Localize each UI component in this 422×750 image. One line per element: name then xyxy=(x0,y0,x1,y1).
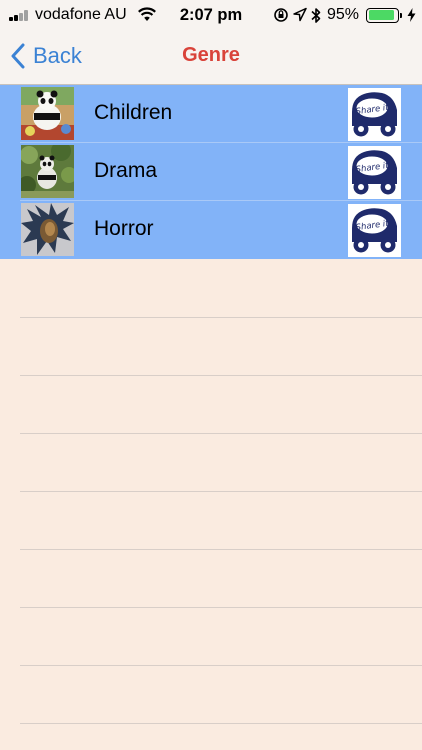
share-car-icon: Share it xyxy=(352,92,397,137)
row-divider xyxy=(20,433,422,434)
status-right-icons: 95% xyxy=(273,5,416,25)
share-car-icon: Share it xyxy=(352,208,397,253)
genre-row-drama[interactable]: Drama Share it xyxy=(0,143,422,201)
navigation-bar: Back Genre xyxy=(0,30,422,85)
row-divider xyxy=(20,723,422,724)
share-it-button[interactable]: Share it xyxy=(348,146,401,199)
genre-label: Children xyxy=(94,101,173,124)
drama-thumbnail xyxy=(21,145,74,198)
row-divider xyxy=(20,317,422,318)
row-divider xyxy=(20,607,422,608)
children-thumbnail xyxy=(21,87,74,140)
page-title: Genre xyxy=(182,44,240,66)
genre-row-horror[interactable]: Horror Share it xyxy=(0,201,422,259)
horror-thumbnail xyxy=(21,203,74,256)
battery-percent: 95% xyxy=(326,6,359,23)
genre-list: Children Share it Drama Share it Horror … xyxy=(0,85,422,259)
row-divider xyxy=(20,549,422,550)
bluetooth-icon xyxy=(311,7,321,23)
location-icon xyxy=(293,7,307,22)
orientation-lock-icon xyxy=(274,8,288,22)
battery-icon xyxy=(366,7,402,23)
row-divider xyxy=(20,375,422,376)
share-it-button[interactable]: Share it xyxy=(348,204,401,257)
share-car-icon: Share it xyxy=(352,150,397,195)
charging-icon xyxy=(407,8,416,22)
status-bar: vodafone AU 2:07 pm 95% xyxy=(0,0,422,30)
genre-label: Drama xyxy=(94,159,158,182)
genre-label: Horror xyxy=(94,217,154,240)
row-divider xyxy=(20,665,422,666)
row-divider xyxy=(20,491,422,492)
genre-row-children[interactable]: Children Share it xyxy=(0,85,422,143)
share-it-button[interactable]: Share it xyxy=(348,88,401,141)
